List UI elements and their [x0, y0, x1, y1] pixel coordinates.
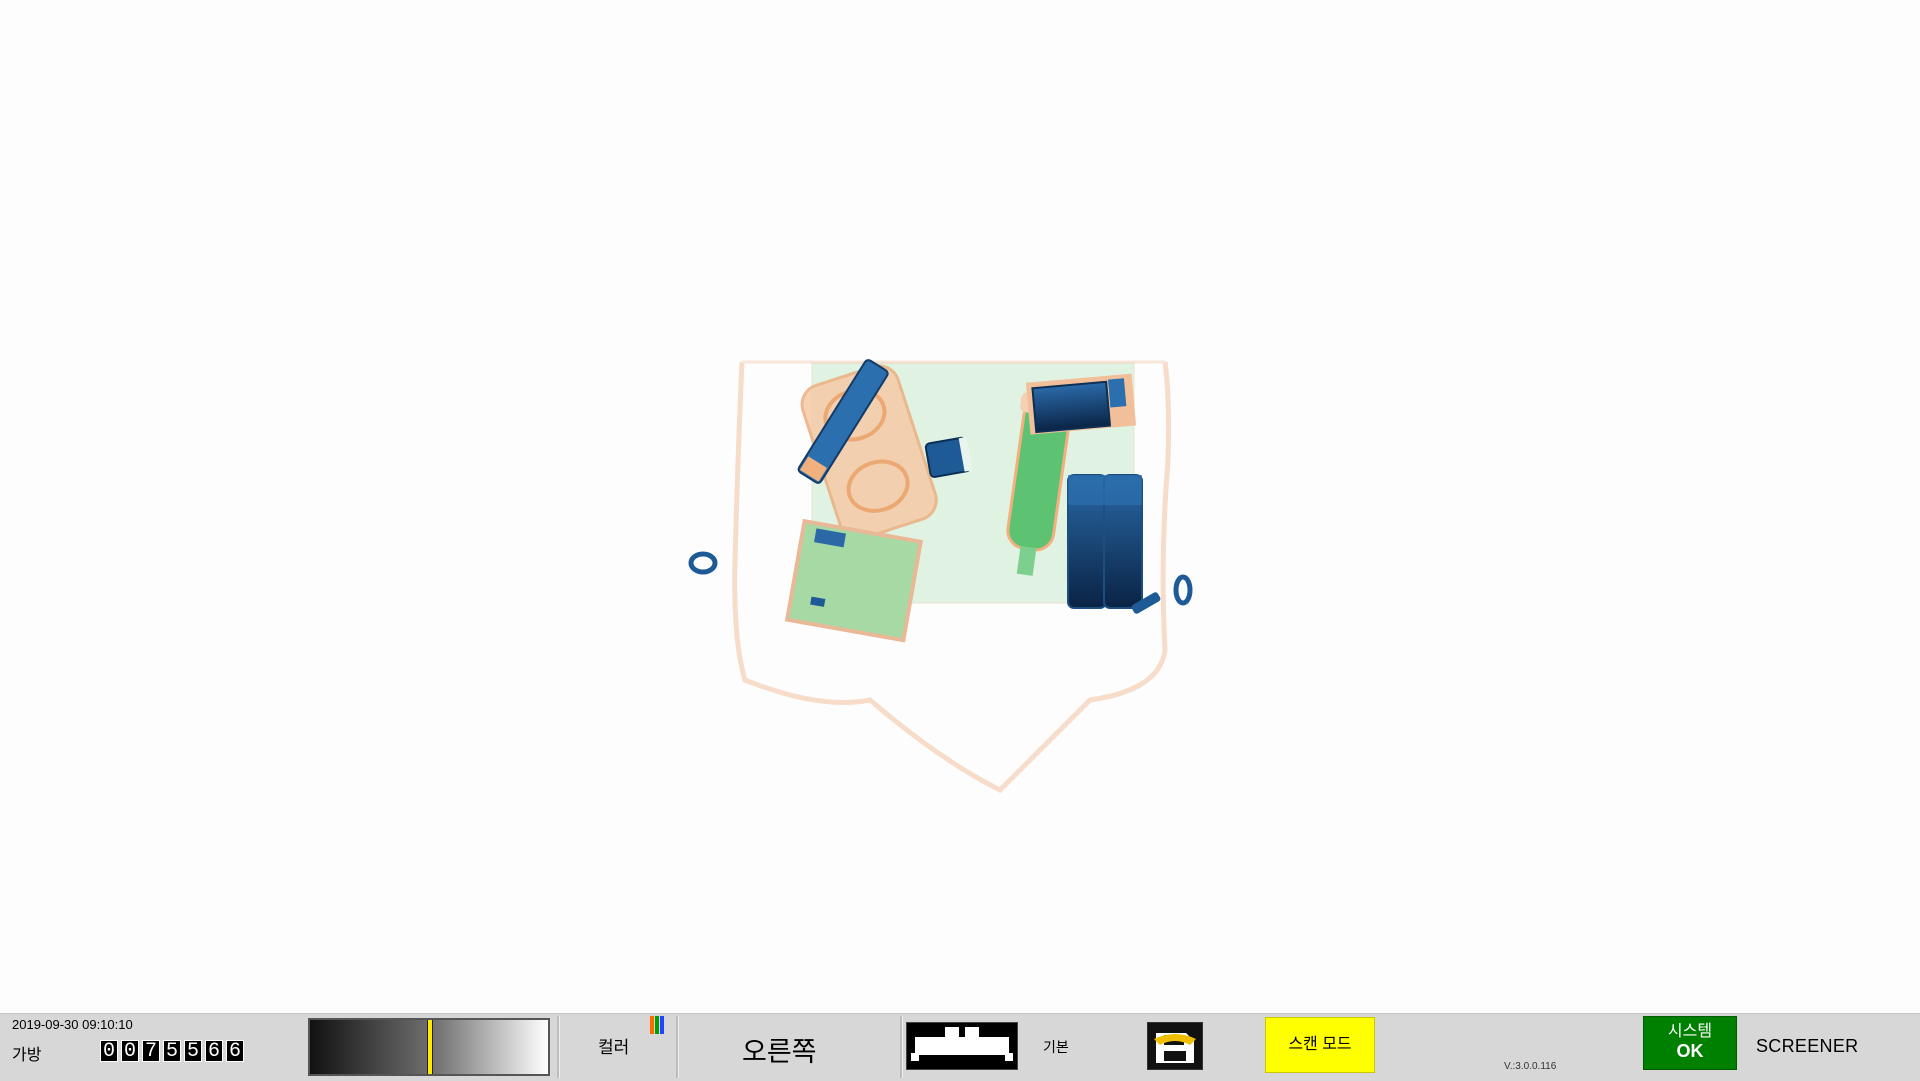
conveyor-scanner-icon[interactable]: [906, 1022, 1018, 1070]
bag-counter-digit: 5: [184, 1040, 202, 1063]
version-label: V.:3.0.0.116: [1504, 1061, 1557, 1072]
system-status-label: 시스템: [1667, 1023, 1713, 1040]
xray-bag-image: [688, 359, 1193, 794]
bag-counter-digit: 6: [226, 1040, 244, 1063]
density-slider[interactable]: [308, 1018, 550, 1076]
scan-mode-button[interactable]: 스캔 모드: [1265, 1017, 1375, 1073]
bag-counter-digit: 0: [121, 1040, 139, 1063]
bag-counter: 0 0 7 5 5 6 6: [100, 1040, 244, 1063]
divider: [557, 1016, 560, 1078]
divider: [900, 1016, 903, 1078]
bag-counter-digit: 5: [163, 1040, 181, 1063]
scan-datetime: 2019-09-30 09:10:10: [12, 1017, 133, 1032]
status-bar: 2019-09-30 09:10:10 가방 0 0 7 5 5 6 6 컬러 …: [0, 1013, 1920, 1081]
divider: [676, 1016, 679, 1078]
system-status-indicator[interactable]: 시스템 OK: [1643, 1016, 1737, 1070]
color-bars-icon: [650, 1016, 664, 1034]
basic-mode-label[interactable]: 기본: [1043, 1037, 1069, 1057]
xray-image-viewer[interactable]: [0, 0, 1920, 1013]
user-role-label: SCREENER: [1756, 1036, 1859, 1056]
bag-counter-digit: 6: [205, 1040, 223, 1063]
bag-counter-digit: 0: [100, 1040, 118, 1063]
system-status-value: OK: [1676, 1041, 1704, 1061]
bag-label: 가방: [12, 1047, 42, 1064]
density-slider-handle[interactable]: [427, 1020, 433, 1074]
color-mode-button[interactable]: 컬러: [598, 1033, 629, 1058]
floppy-save-icon[interactable]: [1147, 1022, 1203, 1070]
bag-counter-digit: 7: [142, 1040, 160, 1063]
direction-button[interactable]: 오른쪽: [742, 1030, 817, 1069]
